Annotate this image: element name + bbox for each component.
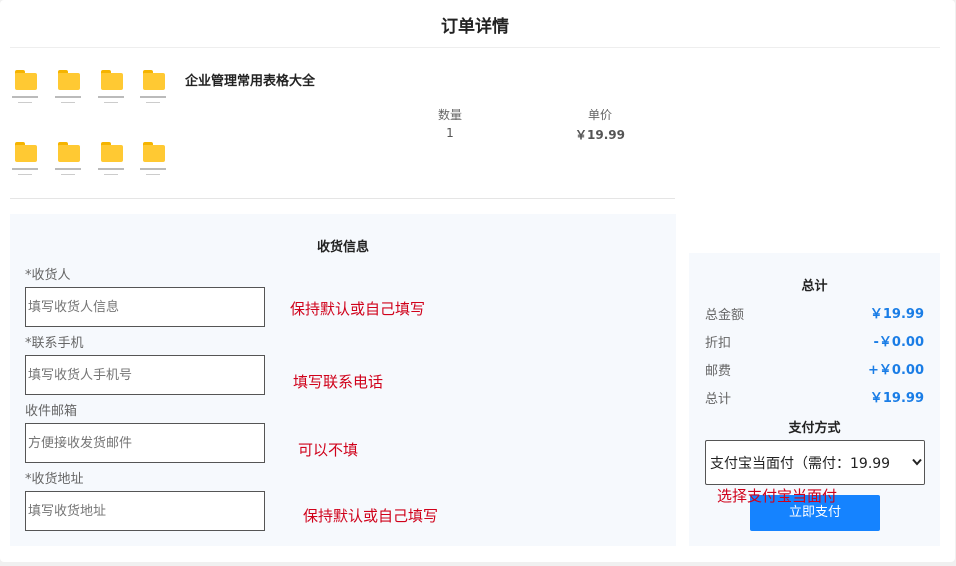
payment-method-title: 支付方式: [788, 421, 841, 436]
product-thumbnail: [12, 68, 172, 188]
folder-icon: [98, 68, 128, 114]
phone-note: 填写联系电话: [293, 373, 384, 391]
phone-label: *联系手机: [25, 336, 84, 351]
folder-icon: [140, 140, 170, 186]
address-label: *收货地址: [25, 472, 84, 487]
discount-value: -￥0.00: [873, 335, 924, 350]
price-label: 单价: [587, 108, 612, 122]
total-amount-label: 总金额: [705, 308, 745, 323]
shipping-fee-label: 邮费: [705, 364, 732, 379]
folder-icon: [140, 68, 170, 114]
quantity-label: 数量: [437, 108, 462, 122]
page-title: 订单详情: [441, 17, 509, 37]
receiver-input[interactable]: [25, 287, 265, 327]
email-input[interactable]: [25, 423, 265, 463]
grand-total-value: ￥19.99: [869, 391, 924, 406]
payment-note: 选择支付宝当面付: [717, 487, 838, 505]
order-detail-card: 订单详情 企业管理常用表格大全 数量 1 单价 ￥19.99 收货信息 *收货人…: [0, 0, 955, 562]
address-input[interactable]: [25, 491, 265, 531]
folder-icon: [55, 140, 85, 186]
folder-icon: [12, 140, 42, 186]
chevron-down-icon: [910, 441, 924, 484]
payment-method-selected: 支付宝当面付（需付：19.99: [710, 456, 891, 472]
grand-total-label: 总计: [705, 392, 732, 407]
price-value: ￥19.99: [575, 128, 625, 142]
address-note: 保持默认或自己填写: [303, 507, 439, 525]
total-amount-value: ￥19.99: [869, 307, 924, 322]
divider: [10, 198, 675, 199]
product-name: 企业管理常用表格大全: [185, 74, 316, 89]
discount-label: 折扣: [705, 336, 732, 351]
quantity-value: 1: [446, 126, 454, 140]
summary-title: 总计: [801, 279, 828, 294]
folder-icon: [98, 140, 128, 186]
folder-icon: [55, 68, 85, 114]
shipping-info-panel: 收货信息 *收货人 保持默认或自己填写 *联系手机 填写联系电话 收件邮箱 可以…: [10, 214, 676, 546]
payment-method-select[interactable]: 支付宝当面付（需付：19.99: [705, 440, 925, 485]
receiver-label: *收货人: [25, 268, 71, 283]
email-note: 可以不填: [298, 441, 359, 459]
divider: [10, 47, 940, 48]
phone-input[interactable]: [25, 355, 265, 395]
shipping-title: 收货信息: [316, 240, 369, 255]
folder-icon: [12, 68, 42, 114]
email-label: 收件邮箱: [25, 404, 78, 419]
shipping-fee-value: +￥0.00: [868, 363, 924, 378]
receiver-note: 保持默认或自己填写: [290, 300, 426, 318]
